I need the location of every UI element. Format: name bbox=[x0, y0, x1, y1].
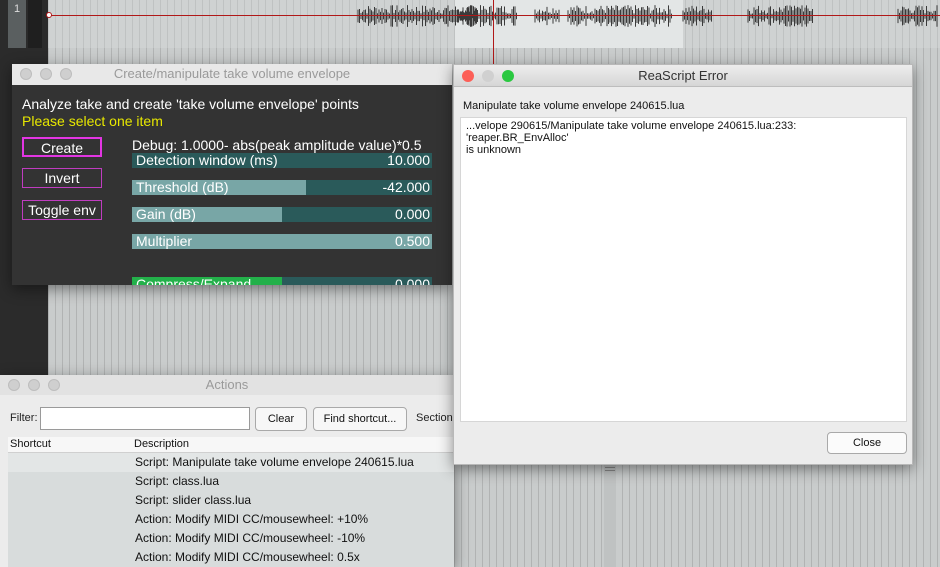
script-window-titlebar[interactable]: Create/manipulate take volume envelope bbox=[12, 64, 452, 85]
list-item[interactable]: Script: slider class.lua bbox=[8, 491, 454, 510]
track-number[interactable]: 1 bbox=[8, 0, 26, 48]
action-description: Action: Modify MIDI CC/mousewheel: 0.5x bbox=[135, 550, 360, 564]
slider-value: 0.000 bbox=[394, 206, 430, 222]
slider-value: 0.500 bbox=[394, 233, 430, 249]
list-item[interactable]: Script: Manipulate take volume envelope … bbox=[8, 453, 454, 472]
scrollbar[interactable] bbox=[604, 465, 616, 567]
error-message-box[interactable]: ...velope 290615/Manipulate take volume … bbox=[460, 117, 907, 422]
zoom-icon[interactable] bbox=[60, 68, 72, 80]
close-icon[interactable] bbox=[20, 68, 32, 80]
close-icon[interactable] bbox=[8, 379, 20, 391]
action-description: Action: Modify MIDI CC/mousewheel: -10% bbox=[135, 531, 366, 545]
actions-window: Actions Filter: Clear Find shortcut... S… bbox=[0, 375, 454, 567]
threshold-slider[interactable]: Threshold (dB) -42.000 bbox=[132, 179, 432, 195]
slider-label: Multiplier bbox=[136, 233, 193, 249]
close-button[interactable]: Close bbox=[827, 432, 907, 454]
zoom-icon[interactable] bbox=[48, 379, 60, 391]
actions-titlebar[interactable]: Actions bbox=[0, 375, 454, 395]
toggle-env-button[interactable]: Toggle env bbox=[22, 200, 102, 220]
multiplier-slider[interactable]: Multiplier 0.500 bbox=[132, 233, 432, 249]
create-button[interactable]: Create bbox=[22, 137, 102, 157]
compress-expand-slider[interactable]: Compress/Expand 0.000 bbox=[132, 276, 432, 285]
list-item[interactable]: Action: Modify MIDI CC/mousewheel: +10% bbox=[8, 510, 454, 529]
section-label: Section bbox=[416, 412, 453, 424]
column-header-description[interactable]: Description bbox=[134, 438, 189, 450]
error-dialog: ReaScript Error Manipulate take volume e… bbox=[453, 64, 913, 465]
find-shortcut-button[interactable]: Find shortcut... bbox=[313, 407, 407, 431]
action-description: Action: Modify MIDI CC/mousewheel: +10% bbox=[135, 512, 369, 526]
error-message-line: ...velope 290615/Manipulate take volume … bbox=[466, 120, 797, 144]
slider-value: 10.000 bbox=[387, 152, 430, 168]
status-message: Please select one item bbox=[22, 113, 163, 129]
actions-title: Actions bbox=[205, 377, 249, 392]
slider-label: Threshold (dB) bbox=[136, 179, 229, 195]
action-description: Script: class.lua bbox=[135, 474, 220, 488]
envelope-point[interactable] bbox=[46, 12, 52, 18]
slider-label: Detection window (ms) bbox=[136, 152, 278, 168]
list-item[interactable]: Action: Modify MIDI CC/mousewheel: 0.5x bbox=[8, 548, 454, 567]
error-message-line: is unknown bbox=[466, 144, 522, 156]
action-description: Script: Manipulate take volume envelope … bbox=[135, 455, 414, 469]
action-description: Script: slider class.lua bbox=[135, 493, 252, 507]
error-script-name: Manipulate take volume envelope 240615.l… bbox=[463, 100, 685, 112]
list-header: Shortcut Description bbox=[8, 437, 454, 453]
minimize-icon[interactable] bbox=[40, 68, 52, 80]
error-title: ReaScript Error bbox=[638, 68, 728, 83]
error-titlebar[interactable]: ReaScript Error bbox=[454, 65, 912, 87]
detection-window-slider[interactable]: Detection window (ms) 10.000 bbox=[132, 152, 432, 168]
minimize-icon[interactable] bbox=[28, 379, 40, 391]
zoom-icon[interactable] bbox=[502, 70, 514, 82]
invert-button[interactable]: Invert bbox=[22, 168, 102, 188]
gain-slider[interactable]: Gain (dB) 0.000 bbox=[132, 206, 432, 222]
minimize-icon[interactable] bbox=[482, 70, 494, 82]
slider-value: 0.000 bbox=[394, 276, 430, 285]
filter-label: Filter: bbox=[10, 412, 38, 424]
volume-envelope-line[interactable] bbox=[48, 15, 940, 16]
script-window: Create/manipulate take volume envelope A… bbox=[12, 64, 452, 285]
slider-value: -42.000 bbox=[382, 179, 430, 195]
script-heading: Analyze take and create 'take volume env… bbox=[22, 96, 359, 112]
close-icon[interactable] bbox=[462, 70, 474, 82]
column-header-shortcut[interactable]: Shortcut bbox=[10, 438, 51, 450]
waveform bbox=[357, 5, 938, 27]
debug-label: Debug: 1.0000- abs(peak amplitude value)… bbox=[132, 137, 422, 153]
edit-cursor bbox=[493, 0, 494, 70]
list-item[interactable]: Script: class.lua bbox=[8, 472, 454, 491]
filter-input[interactable] bbox=[40, 407, 250, 430]
script-window-title: Create/manipulate take volume envelope bbox=[113, 66, 351, 81]
clear-button[interactable]: Clear bbox=[255, 407, 307, 431]
action-list[interactable]: Script: Manipulate take volume envelope … bbox=[8, 453, 454, 567]
slider-label: Gain (dB) bbox=[136, 206, 196, 222]
track-fx-column bbox=[28, 0, 42, 48]
slider-label: Compress/Expand bbox=[136, 276, 252, 285]
list-item[interactable]: Action: Modify MIDI CC/mousewheel: -10% bbox=[8, 529, 454, 548]
